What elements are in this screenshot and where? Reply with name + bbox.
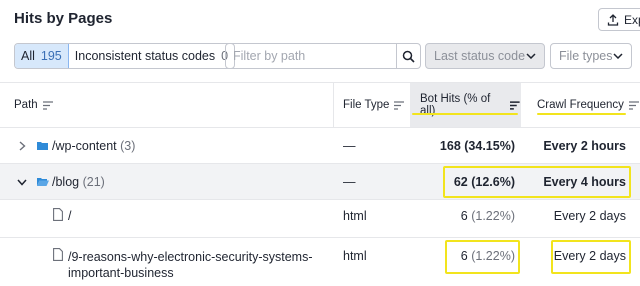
sort-icon[interactable] xyxy=(42,100,54,110)
row-path-text: /wp-content xyxy=(52,139,117,153)
row-hits-percent: (1.22%) xyxy=(471,209,515,223)
column-crawl-frequency-label: Crawl Frequency xyxy=(537,99,624,111)
segment-control: All 195 Inconsistent status codes 0 xyxy=(14,43,236,69)
chevron-down-icon xyxy=(526,53,536,59)
row-file-type: — xyxy=(343,139,356,153)
sort-icon[interactable] xyxy=(394,100,405,110)
filter-all-count: 195 xyxy=(40,49,62,63)
chevron-down-icon xyxy=(613,53,623,59)
upload-icon xyxy=(607,13,619,26)
row-path-text: /blog xyxy=(52,175,80,189)
file-types-label: File types xyxy=(559,49,613,63)
row-child-count: (3) xyxy=(120,139,136,153)
file-types-dropdown[interactable]: File types xyxy=(550,43,632,69)
search-icon xyxy=(402,50,415,63)
filter-all-label: All xyxy=(21,49,35,63)
last-status-code-dropdown[interactable]: Last status code xyxy=(425,43,545,69)
row-path-line: important-business xyxy=(68,266,174,280)
column-path-label: Path xyxy=(14,99,38,111)
row-crawl-frequency: Every 2 hours xyxy=(543,139,626,153)
filter-all[interactable]: All 195 xyxy=(15,44,69,68)
last-status-code-label: Last status code xyxy=(434,49,526,63)
row-path[interactable]: /9-reasons-why-electronic-security-syste… xyxy=(68,249,313,281)
column-file-type-label: File Type xyxy=(343,99,390,111)
highlight-underline-bot-hits xyxy=(412,113,518,115)
row-file-type: html xyxy=(343,249,367,263)
column-divider xyxy=(333,83,334,127)
row-bot-hits: 6 (1.22%) xyxy=(461,209,515,223)
export-label: Exp xyxy=(624,12,640,27)
highlight-box-blog-row xyxy=(443,166,631,198)
row-file-type: — xyxy=(343,175,356,189)
column-header-crawl-frequency[interactable]: Crawl Frequency xyxy=(537,83,640,127)
row-bot-hits: 168 (34.15%) xyxy=(440,139,515,153)
file-icon xyxy=(53,248,63,261)
row-hits-value: 168 xyxy=(439,139,461,153)
table-row[interactable]: /9-reasons-why-electronic-security-syste… xyxy=(0,238,640,286)
path-search-input[interactable] xyxy=(226,44,396,68)
highlight-box-crawl-frequency xyxy=(551,240,631,274)
highlight-underline-crawl-frequency xyxy=(537,113,626,115)
row-hits-value: 6 xyxy=(460,209,468,223)
filter-inconsistent-label: Inconsistent status codes xyxy=(74,49,216,63)
table-row[interactable]: / html 6 (1.22%) Every 2 days xyxy=(0,200,640,238)
chevron-down-icon[interactable] xyxy=(17,179,27,186)
row-hits-percent: (34.15%) xyxy=(464,139,515,153)
sort-descending-icon[interactable] xyxy=(510,100,521,110)
export-button[interactable]: Exp xyxy=(598,8,640,31)
table-row[interactable]: /wp-content (3) — 168 (34.15%) Every 2 h… xyxy=(0,128,640,164)
row-path-line: /9-reasons-why-electronic-security-syste… xyxy=(68,250,313,264)
filter-inconsistent[interactable]: Inconsistent status codes 0 xyxy=(69,44,234,68)
filter-bar: All 195 Inconsistent status codes 0 xyxy=(14,43,236,69)
row-child-count: (21) xyxy=(82,175,105,189)
row-file-type: html xyxy=(343,209,367,223)
search-box xyxy=(225,43,421,69)
folder-open-icon xyxy=(37,178,49,186)
row-path[interactable]: /wp-content (3) xyxy=(52,139,135,153)
row-crawl-frequency: Every 2 days xyxy=(553,209,626,223)
column-header-path[interactable]: Path xyxy=(14,83,54,127)
column-header-bot-hits[interactable]: Bot Hits (% of all) xyxy=(410,83,521,127)
highlight-box-bot-hits xyxy=(445,240,520,274)
file-icon xyxy=(53,208,63,221)
page-title: Hits by Pages xyxy=(14,10,113,27)
sort-icon[interactable] xyxy=(628,100,640,110)
folder-icon xyxy=(37,142,48,150)
table-header: Path File Type Bot Hits (% of all) Crawl… xyxy=(0,82,640,128)
search-button[interactable] xyxy=(396,44,420,68)
row-path[interactable]: / xyxy=(68,209,71,223)
row-path[interactable]: /blog (21) xyxy=(52,175,105,189)
column-header-file-type[interactable]: File Type xyxy=(343,83,405,127)
chevron-right-icon[interactable] xyxy=(19,141,26,151)
